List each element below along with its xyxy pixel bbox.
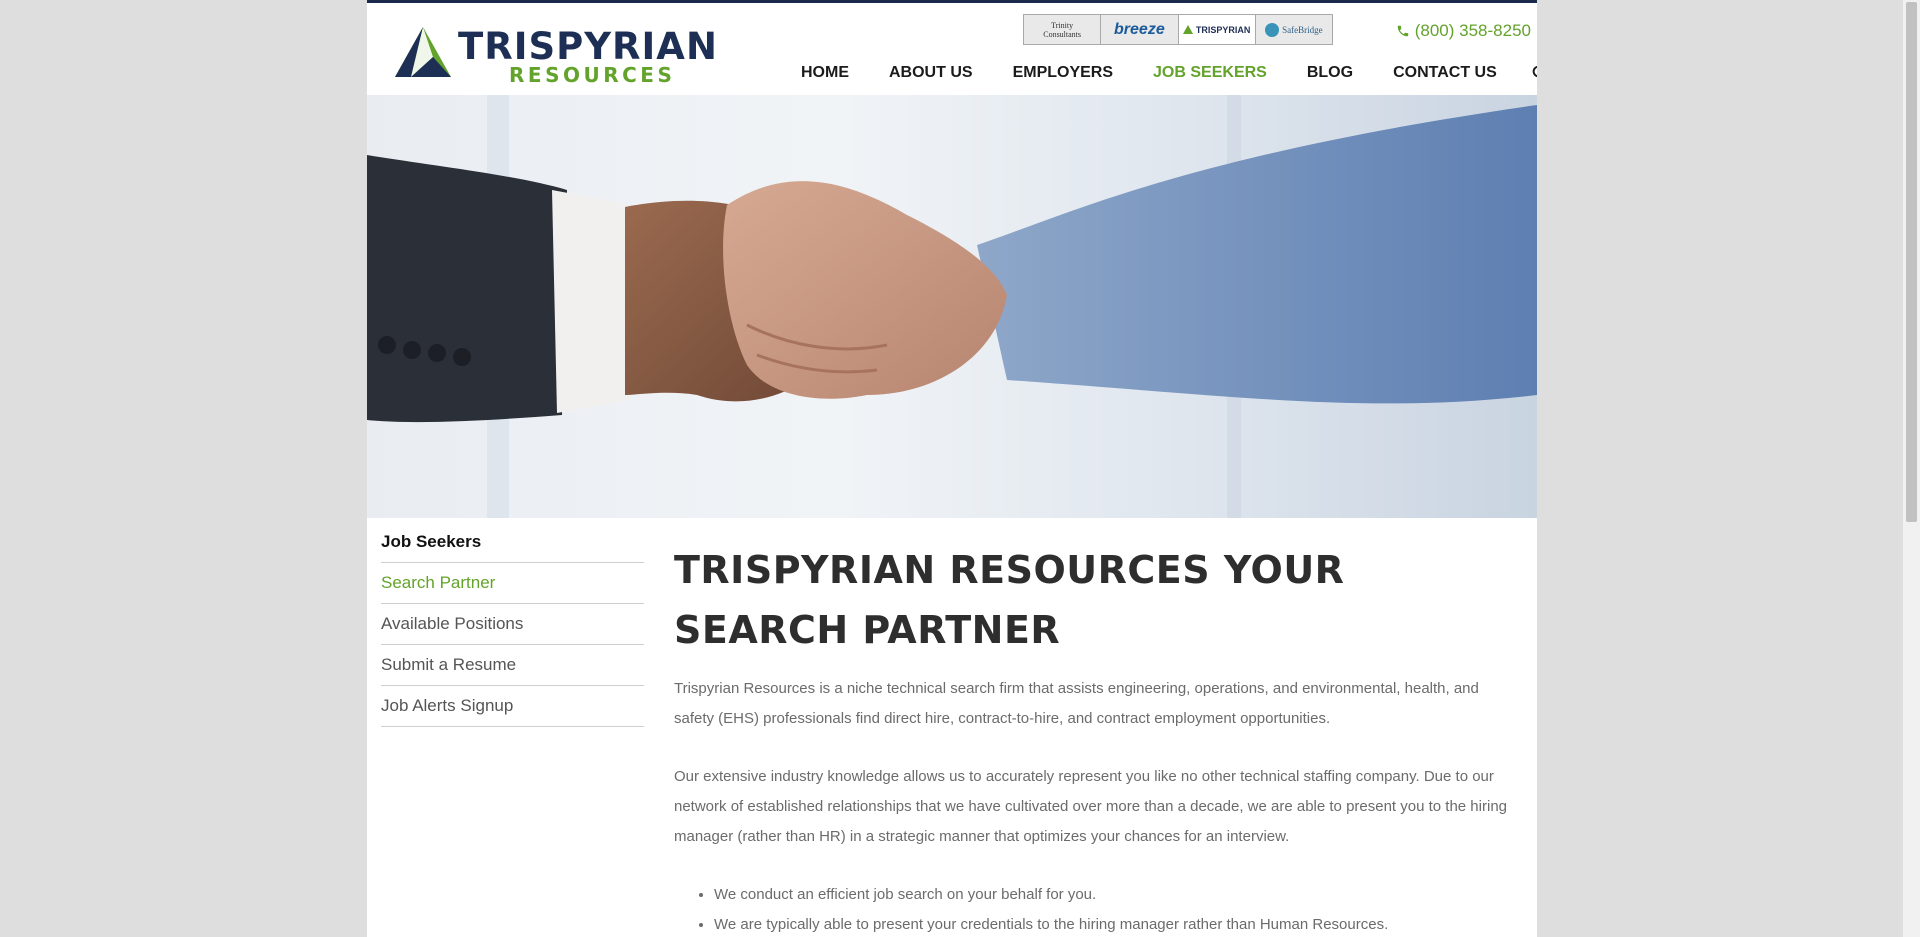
logo-mark-icon (395, 27, 451, 77)
nav-about-us[interactable]: ABOUT US (889, 64, 973, 82)
main-content: TRISPYRIAN RESOURCES YOUR SEARCH PARTNER… (674, 540, 1519, 937)
phone-icon (1397, 25, 1408, 37)
page-title: TRISPYRIAN RESOURCES YOUR SEARCH PARTNER (674, 548, 1345, 652)
brand-trinity[interactable]: Trinity Consultants (1024, 15, 1102, 44)
sidebar-item-search-partner[interactable]: Search Partner (381, 563, 644, 604)
brand-trispyrian-label: TRISPYRIAN (1195, 24, 1251, 35)
site-logo[interactable]: TRISPYRIAN RESOURCES (395, 25, 725, 87)
knowledge-paragraph: Our extensive industry knowledge allows … (674, 768, 1507, 845)
hero-handshake-image (367, 95, 1537, 518)
brand-safebridge-label: SafeBridge (1282, 24, 1323, 35)
sidebar: Job Seekers Search Partner Available Pos… (381, 530, 644, 727)
phone-number: (800) 358-8250 (1414, 21, 1531, 40)
intro-paragraph: Trispyrian Resources is a niche technica… (674, 680, 1479, 727)
benefits-list: We conduct an efficient job search on yo… (674, 880, 1519, 937)
nav-job-seekers[interactable]: JOB SEEKERS (1153, 64, 1267, 82)
page-container: TRISPYRIAN RESOURCES Trinity Consultants… (367, 0, 1537, 937)
main-nav: HOME ABOUT US EMPLOYERS JOB SEEKERS BLOG… (801, 64, 1537, 82)
sidebar-title: Job Seekers (381, 530, 644, 563)
nav-employers[interactable]: EMPLOYERS (1013, 64, 1113, 82)
brand-safebridge[interactable]: SafeBridge (1256, 15, 1332, 44)
safebridge-mini-icon (1265, 22, 1280, 37)
nav-blog[interactable]: BLOG (1307, 64, 1353, 82)
handshake-illustration (367, 95, 1537, 518)
page-scrollbar[interactable] (1903, 0, 1920, 937)
brand-trispyrian[interactable]: TRISPYRIAN (1178, 15, 1256, 44)
nav-home[interactable]: HOME (801, 64, 849, 82)
trispyrian-mini-icon (1182, 25, 1193, 34)
sidebar-item-submit-resume[interactable]: Submit a Resume (381, 645, 644, 686)
list-item: We are typically able to present your cr… (714, 910, 1519, 937)
logo-subtitle: RESOURCES (509, 63, 676, 87)
nav-contact-us[interactable]: CONTACT US (1393, 64, 1497, 82)
list-item: We conduct an efficient job search on yo… (714, 880, 1519, 910)
phone-link[interactable]: (800) 358-8250 (1396, 21, 1531, 41)
sidebar-item-available-positions[interactable]: Available Positions (381, 604, 644, 645)
logo-title: TRISPYRIAN (458, 25, 718, 68)
brand-trinity-label: Trinity Consultants (1043, 20, 1082, 39)
brand-breeze[interactable]: breeze (1101, 15, 1179, 44)
brand-breeze-label: breeze (1114, 20, 1165, 38)
scrollbar-thumb[interactable] (1906, 2, 1917, 522)
search-icon[interactable] (1531, 64, 1537, 82)
site-header: TRISPYRIAN RESOURCES Trinity Consultants… (367, 3, 1537, 95)
brand-strip: Trinity Consultants breeze TRISPYRIAN Sa… (1023, 14, 1333, 45)
sidebar-item-job-alerts-signup[interactable]: Job Alerts Signup (381, 686, 644, 727)
